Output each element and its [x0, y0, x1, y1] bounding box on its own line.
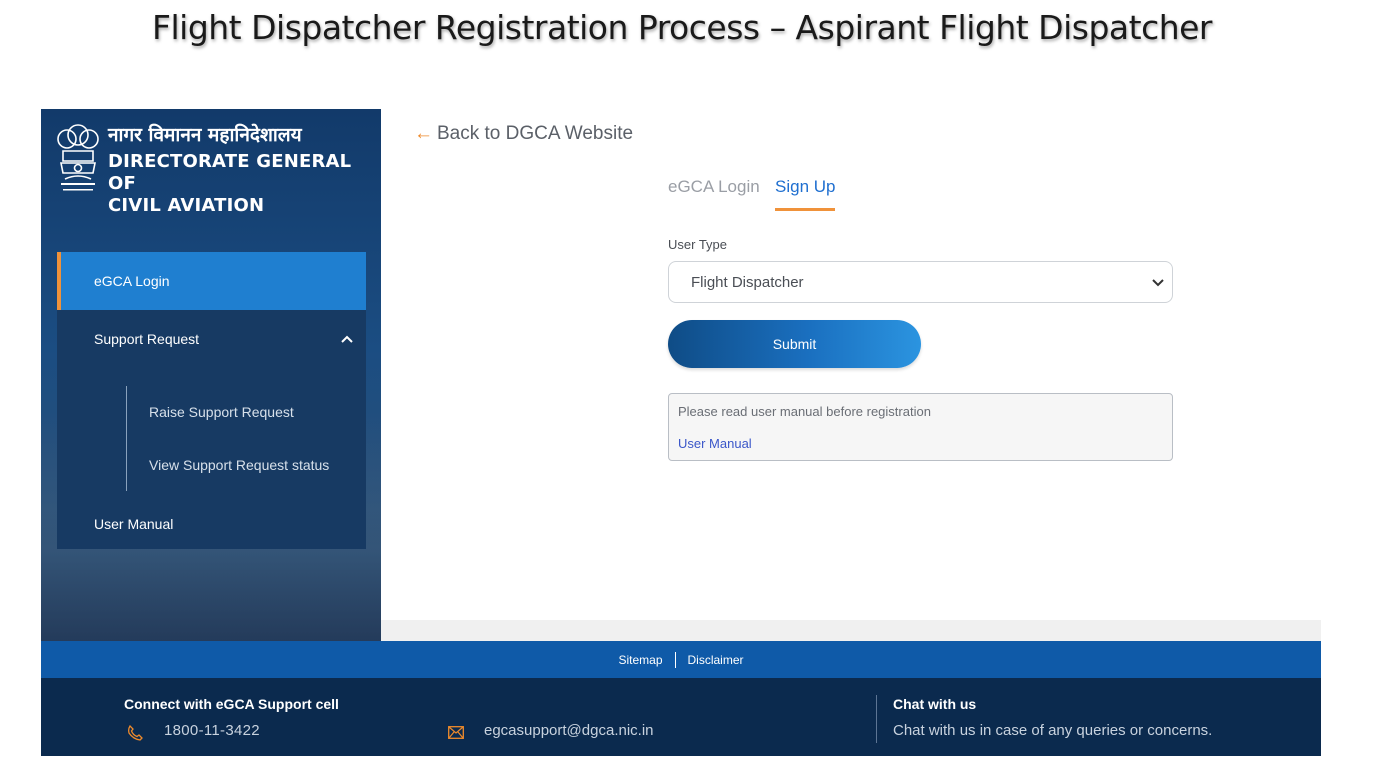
user-manual-notice: Please read user manual before registrat… [668, 393, 1173, 461]
sidebar-item-view-support-status[interactable]: View Support Request status [149, 457, 329, 473]
sidebar-item-support-request[interactable]: Support Request [57, 310, 366, 368]
disclaimer-link[interactable]: Disclaimer [688, 653, 744, 667]
notice-text: Please read user manual before registrat… [678, 404, 931, 419]
sidebar: नागर विमानन महानिदेशालय DIRECTORATE GENE… [41, 109, 381, 641]
submenu-divider [126, 386, 127, 491]
arrow-left-icon: ← [414, 123, 433, 144]
back-link-label: Back to DGCA Website [437, 123, 634, 144]
brand-hindi-name: नागर विमानन महानिदेशालय [108, 124, 302, 146]
chevron-up-icon[interactable] [340, 310, 354, 368]
brand-english-line-1: DIRECTORATE GENERAL OF [108, 151, 352, 194]
chat-title[interactable]: Chat with us [893, 696, 976, 712]
footer-divider [876, 695, 877, 743]
phone-icon [128, 725, 143, 741]
user-manual-link[interactable]: User Manual [678, 436, 752, 451]
sidebar-item-label: Support Request [94, 331, 200, 347]
sitemap-link[interactable]: Sitemap [618, 653, 662, 667]
mail-icon [448, 726, 464, 739]
sidebar-menu: eGCA Login Support Request Raise Support… [57, 252, 366, 549]
content-bottom-strip [381, 620, 1321, 641]
support-phone[interactable]: 1800-11-3422 [164, 722, 260, 739]
tab-egca-login[interactable]: eGCA Login [668, 177, 760, 197]
user-type-label: User Type [668, 237, 728, 252]
screenshot-frame: नागर विमानन महानिदेशालय DIRECTORATE GENE… [41, 109, 1321, 756]
slide-title: Flight Dispatcher Registration Process –… [152, 8, 1213, 47]
back-to-dgca-link[interactable]: ← Back to DGCA Website [414, 123, 633, 145]
national-emblem-icon [57, 124, 99, 191]
footer-contact: Connect with eGCA Support cell 1800-11-3… [41, 678, 1321, 756]
sidebar-item-user-manual[interactable]: User Manual [57, 504, 366, 544]
user-type-select[interactable]: Flight Dispatcher [668, 261, 1173, 303]
brand-english-line-2: CIVIL AVIATION [108, 195, 265, 216]
active-tab-indicator [775, 208, 835, 211]
connect-title: Connect with eGCA Support cell [124, 696, 339, 712]
submit-button[interactable]: Submit [668, 320, 921, 368]
footer-link-separator [674, 651, 676, 668]
support-email[interactable]: egcasupport@dgca.nic.in [484, 722, 654, 739]
sidebar-item-egca-login[interactable]: eGCA Login [57, 252, 366, 310]
tab-sign-up[interactable]: Sign Up [775, 177, 835, 197]
footer-links-bar: Sitemap Disclaimer [41, 641, 1321, 678]
chat-description: Chat with us in case of any queries or c… [893, 722, 1213, 739]
sidebar-item-raise-support-request[interactable]: Raise Support Request [149, 404, 294, 420]
brand-english-name: DIRECTORATE GENERAL OF CIVIL AVIATION [108, 151, 378, 217]
